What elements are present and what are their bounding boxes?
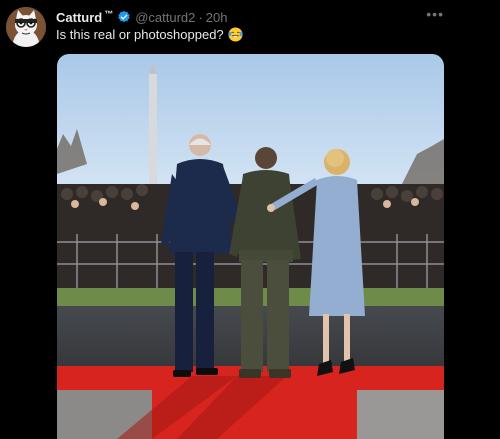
display-name[interactable]: Catturd	[56, 10, 102, 25]
face-with-tears-of-joy-icon	[228, 27, 243, 42]
tweet-text: Is this real or photoshopped?	[56, 27, 243, 42]
separator-dot: ·	[198, 9, 203, 25]
photo-scene	[57, 54, 444, 439]
timestamp[interactable]: 20h	[206, 10, 228, 25]
more-options-icon[interactable]: •••	[426, 7, 444, 21]
cat-avatar-icon	[6, 7, 46, 47]
user-handle[interactable]: @catturd2	[135, 10, 195, 25]
tweet-header: Catturd ™ @catturd2 · 20h	[56, 8, 227, 26]
user-avatar[interactable]	[6, 7, 46, 47]
tweet-photo[interactable]	[57, 54, 444, 439]
verified-badge-icon	[118, 10, 130, 23]
trademark-symbol: ™	[104, 9, 114, 19]
tweet: Catturd ™ @catturd2 · 20h ••• Is this re…	[0, 0, 500, 439]
tweet-body: Is this real or photoshopped?	[56, 27, 224, 42]
